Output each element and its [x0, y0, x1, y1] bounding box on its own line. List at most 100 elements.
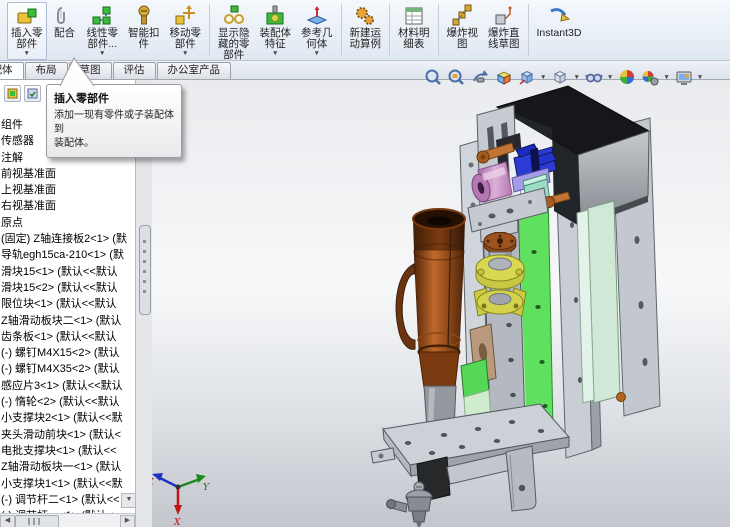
scroll-right-icon[interactable]: ▶ [120, 515, 135, 527]
new-motion-study-button[interactable]: 新建运 动算例 [346, 2, 386, 60]
tree-item[interactable]: (-) 螺钉M4X35<2> (默认 [1, 361, 135, 377]
tree-horizontal-scrollbar[interactable]: ◀ ▶ [0, 513, 135, 527]
reference-geometry-button[interactable]: 参考几 何体 ▼ [297, 2, 337, 60]
zoom-to-fit-icon[interactable] [424, 68, 442, 86]
scrollbar-thumb[interactable] [15, 515, 59, 527]
move-component-icon [173, 4, 197, 27]
dropdown-arrow-icon[interactable]: ▼ [182, 50, 188, 57]
assembly-features-icon [263, 4, 287, 27]
dropdown-arrow-icon[interactable]: ▼ [697, 74, 703, 81]
linear-pattern-button[interactable]: 线性零 部件... ▼ [83, 2, 123, 60]
tree-item[interactable]: 上视基准面 [1, 182, 135, 198]
ribbon-separator [389, 4, 390, 56]
linear-pattern-icon [90, 4, 114, 27]
instant3d-button[interactable]: Instant3D [533, 2, 586, 60]
scroll-left-icon[interactable]: ◀ [0, 515, 15, 527]
dropdown-arrow-icon[interactable]: ▼ [314, 50, 320, 57]
triad-x-label: X [173, 518, 181, 527]
tree-item[interactable]: Z轴滑动板块一<1> (默认 [1, 459, 135, 475]
tooltip-pointer [59, 57, 95, 87]
instant3d-icon [547, 4, 571, 27]
camera-views-icon[interactable] [675, 68, 693, 86]
hide-show-items-icon[interactable] [585, 68, 603, 86]
tree-item[interactable]: Z轴滑动板块二<1> (默认 [1, 313, 135, 329]
dropdown-arrow-icon[interactable]: ▼ [607, 74, 613, 81]
tree-item[interactable]: 前视基准面 [1, 166, 135, 182]
display-style-icon[interactable] [551, 68, 569, 86]
explode-line-sketch-icon [492, 4, 516, 27]
assembly-features-button[interactable]: 装配体 特征 ▼ [256, 2, 296, 60]
splitter-grip[interactable] [139, 225, 151, 315]
exploded-view-icon [450, 4, 474, 27]
tree-item[interactable]: 右视基准面 [1, 198, 135, 214]
property-manager-tab-icon[interactable] [24, 85, 41, 102]
tree-item[interactable]: 限位块<1> (默认<<默认 [1, 296, 135, 312]
feature-manager-tab-icon[interactable] [4, 85, 21, 102]
yellow-collar-lower [473, 287, 527, 317]
previous-view-icon[interactable] [470, 68, 490, 86]
tree-item[interactable]: 电批支撑块<1> (默认<< [1, 443, 135, 459]
triad-y-label: Y [203, 483, 210, 493]
screwdriver-body [395, 208, 466, 389]
command-manager-ribbon: 插入零 部件 ▼ 配合 线性零 部件... ▼ 智能扣 件 移动零 部件 ▼ 显… [0, 0, 730, 61]
smart-fasteners-button[interactable]: 智能扣 件 [124, 2, 164, 60]
tree-item[interactable]: (-) 惰轮<2> (默认<<默认 [1, 394, 135, 410]
reference-geometry-icon [305, 4, 329, 27]
tree-item[interactable]: 滑块15<2> (默认<<默认 [1, 280, 135, 296]
dropdown-arrow-icon[interactable]: ▼ [573, 74, 579, 81]
view-orientation-icon[interactable] [518, 68, 536, 86]
tree-item[interactable]: 原点 [1, 215, 135, 231]
motion-study-icon [353, 4, 377, 27]
exploded-view-button[interactable]: 爆炸视 图 [443, 2, 483, 60]
ribbon-separator [340, 4, 342, 56]
zoom-to-area-icon[interactable] [447, 68, 465, 86]
explode-line-sketch-button[interactable]: 爆炸直 线草图 [484, 2, 524, 60]
reference-triad: Z Y X [152, 473, 210, 527]
tree-item[interactable]: 齿条板<1> (默认<<默认 [1, 329, 135, 345]
tooltip: 插入零部件 添加一现有零件或子装配体到 装配体。 [46, 84, 182, 158]
feature-tree: 组件 传感器 注解 前视基准面 上视基准面 右视基准面 原点 (固定) Z轴连接… [1, 117, 135, 524]
triad-z-label: Z [152, 478, 154, 488]
tree-item[interactable]: 导轨egh15ca-210<1> (默 [1, 247, 135, 263]
view-settings-icon[interactable] [641, 68, 659, 86]
tree-item[interactable]: (固定) Z轴连接板2<1> (默 [1, 231, 135, 247]
scroll-down-icon[interactable]: ▼ [121, 493, 135, 508]
show-hidden-icon [222, 4, 246, 27]
cad-model: Z Y X [152, 85, 661, 527]
insert-component-icon [15, 4, 39, 27]
tree-item[interactable]: 滑块15<1> (默认<<默认 [1, 264, 135, 280]
tooltip-title: 插入零部件 [54, 93, 109, 105]
tree-item[interactable]: (-) 螺钉M4X15<2> (默认 [1, 345, 135, 361]
move-component-button[interactable]: 移动零 部件 ▼ [166, 2, 206, 60]
smart-fasteners-icon [132, 4, 156, 27]
graphics-viewport[interactable]: Z Y X [152, 80, 730, 527]
tab-assembly[interactable]: 装配体 [0, 62, 24, 79]
ribbon-separator [437, 4, 439, 56]
heads-up-view-toolbar: ▼ ▼ ▼ ▼ ▼ [424, 66, 703, 88]
dropdown-arrow-icon[interactable]: ▼ [272, 50, 278, 57]
tab-evaluate[interactable]: 评估 [112, 62, 156, 79]
tree-item[interactable]: 感应片3<1> (默认<<默认 [1, 378, 135, 394]
tree-item[interactable]: 小支撑块2<1> (默认<<默 [1, 410, 135, 426]
apply-scene-icon[interactable] [618, 68, 636, 86]
insert-components-button[interactable]: 插入零 部件 ▼ [7, 2, 47, 60]
yellow-collar-upper [475, 254, 525, 290]
tab-office-products[interactable]: 办公室产品 [156, 62, 231, 79]
bill-of-materials-button[interactable]: 材料明 细表 [394, 2, 434, 60]
show-hidden-components-button[interactable]: 显示隐 藏的零 部件 [214, 2, 254, 61]
ribbon-separator [209, 4, 210, 56]
ribbon-separator [527, 4, 529, 56]
solidworks-window: 插入零 部件 ▼ 配合 线性零 部件... ▼ 智能扣 件 移动零 部件 ▼ 显… [0, 0, 730, 527]
mate-button[interactable]: 配合 [49, 2, 81, 60]
brown-knob [483, 232, 517, 254]
dropdown-arrow-icon[interactable]: ▼ [24, 50, 30, 57]
mate-paperclip-icon [53, 4, 77, 27]
tree-item[interactable]: 夹头滑动前块<1> (默认< [1, 427, 135, 443]
dropdown-arrow-icon[interactable]: ▼ [540, 74, 546, 81]
section-view-icon[interactable] [495, 68, 513, 86]
tooltip-body: 添加一现有零件或子装配体到 装配体。 [54, 110, 174, 149]
dropdown-arrow-icon[interactable]: ▼ [663, 74, 669, 81]
tree-item[interactable]: (-) 调节杆二<1> (默认<< [1, 492, 135, 508]
tree-item[interactable]: 小支撑块1<1> (默认<<默 [1, 476, 135, 492]
bom-table-icon [402, 4, 426, 27]
